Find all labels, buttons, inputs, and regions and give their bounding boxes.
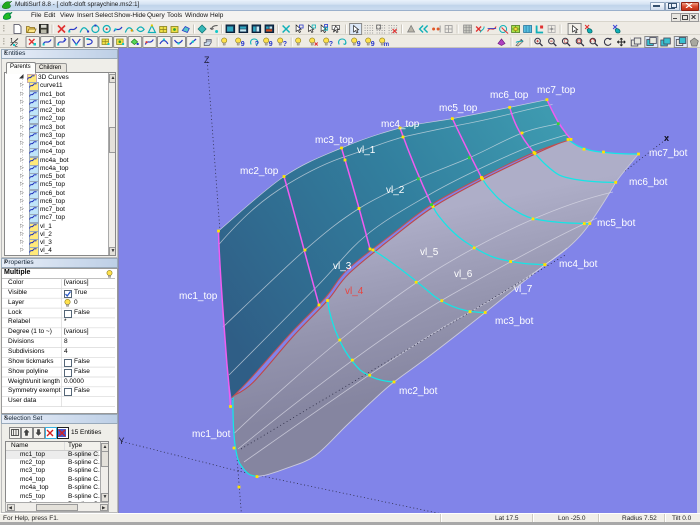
svg-text:mc5_bot: mc5_bot: [597, 218, 636, 229]
svg-text:mc7_top: mc7_top: [537, 85, 576, 96]
svg-text:Z: Z: [204, 55, 210, 65]
svg-text:C: C: [564, 39, 568, 45]
svg-text:vl_6: vl_6: [454, 269, 473, 280]
svg-text:mc5_top: mc5_top: [439, 103, 478, 114]
svg-text:vl_5: vl_5: [420, 247, 439, 258]
svg-text:mc4_top: mc4_top: [381, 119, 420, 130]
svg-text:vl_3: vl_3: [333, 261, 352, 272]
svg-text:mc2_bot: mc2_bot: [399, 386, 438, 397]
svg-text:Y: Y: [119, 436, 125, 446]
svg-text:9: 9: [241, 41, 245, 48]
svg-text:x: x: [664, 133, 669, 143]
svg-text:mc6_bot: mc6_bot: [629, 177, 668, 188]
svg-text:?: ?: [283, 41, 287, 48]
svg-text:9: 9: [269, 41, 273, 48]
svg-text:mc3_bot: mc3_bot: [495, 316, 534, 327]
svg-text:mc1_bot: mc1_bot: [192, 429, 231, 440]
svg-text:vl_4: vl_4: [345, 286, 364, 297]
svg-text:mc4_bot: mc4_bot: [559, 259, 598, 270]
svg-text:vl_1: vl_1: [357, 145, 376, 156]
svg-text:9: 9: [357, 41, 361, 48]
svg-text:?: ?: [255, 41, 259, 48]
svg-text:mc3_top: mc3_top: [315, 135, 354, 146]
svg-text:mc6_top: mc6_top: [490, 90, 529, 101]
svg-text:vl_7: vl_7: [514, 284, 533, 295]
svg-text:9: 9: [371, 41, 375, 48]
svg-text:?: ?: [329, 41, 333, 48]
svg-text:mc2_top: mc2_top: [240, 166, 279, 177]
svg-text:mc7_bot: mc7_bot: [649, 148, 688, 159]
svg-text:mc1_top: mc1_top: [179, 291, 218, 302]
svg-text:1: 1: [10, 39, 14, 45]
svg-text:vl_2: vl_2: [386, 185, 405, 196]
